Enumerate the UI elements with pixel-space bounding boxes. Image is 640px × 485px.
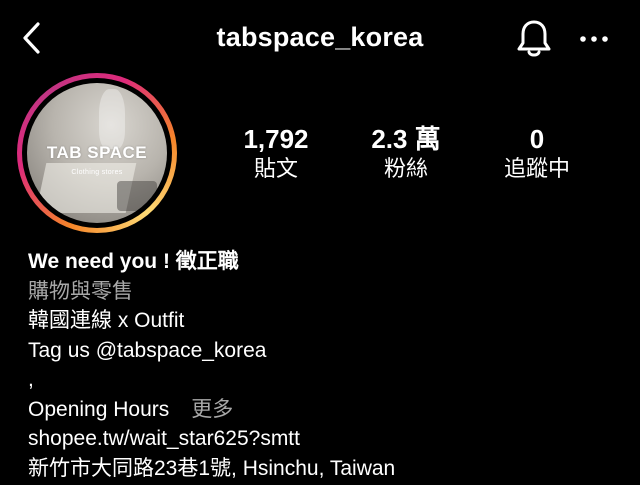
bio-line-with-more: Opening Hours 更多 (28, 395, 628, 425)
following-count-label: 追蹤中 (503, 156, 570, 181)
profile-display-name: We need you ! 徵正職 (28, 250, 239, 273)
profile-address-link[interactable]: 新竹市大同路23巷1號, Hsinchu, Taiwan (28, 454, 628, 484)
followers-count-label: 粉絲 (383, 156, 428, 181)
profile-bio: We need you ! 徵正職 購物與零售 韓國連線 x Outfit Ta… (28, 247, 628, 483)
more-horizontal-icon (580, 36, 608, 42)
profile-category: 購物與零售 (28, 279, 133, 303)
bio-more-link[interactable]: 更多 (191, 398, 233, 421)
avatar-logo-text: TAB SPACE (46, 143, 148, 162)
more-options-button[interactable] (574, 22, 614, 56)
followers-count-value: 2.3 萬 (371, 124, 441, 154)
following-count-value: 0 (529, 124, 545, 154)
avatar-logo-subtext: Clothing stores (71, 169, 123, 176)
bio-line: Opening Hours (28, 397, 170, 421)
avatar: TAB SPACE Clothing stores (27, 83, 167, 223)
avatar-decoration (99, 89, 125, 149)
followers-count[interactable]: 2.3 萬 粉絲 (341, 124, 471, 184)
profile-header: tabspace_korea (0, 0, 640, 78)
following-count[interactable]: 0 追蹤中 (472, 124, 602, 184)
bio-line: 韓國連線 x Outfit (28, 309, 185, 332)
bio-line: , (28, 368, 34, 391)
notifications-button[interactable] (512, 16, 556, 60)
avatar-ring-gap: TAB SPACE Clothing stores (22, 78, 172, 228)
avatar-story-ring[interactable]: TAB SPACE Clothing stores (17, 73, 177, 233)
profile-website-link[interactable]: shopee.tw/wait_star625?smtt (28, 424, 628, 454)
posts-count-value: 1,792 (243, 124, 309, 154)
avatar-decoration (117, 181, 157, 211)
bio-line: Tag us @tabspace_korea (28, 338, 267, 362)
posts-count-label: 貼文 (253, 156, 298, 181)
bell-icon (517, 20, 551, 57)
posts-count[interactable]: 1,792 貼文 (211, 124, 341, 184)
